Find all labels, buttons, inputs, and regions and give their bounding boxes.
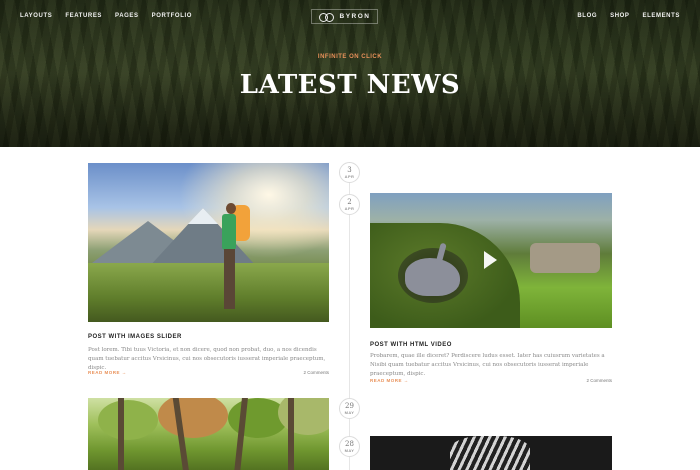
post-card bbox=[88, 398, 329, 470]
main-nav-right: BLOG SHOP ELEMENTS bbox=[577, 13, 680, 19]
hiker-figure bbox=[220, 203, 252, 321]
hiker-photo[interactable] bbox=[88, 163, 329, 322]
zebra-photo[interactable] bbox=[370, 436, 612, 470]
main-nav-left: LAYOUTS FEATURES PAGES PORTFOLIO bbox=[20, 13, 192, 19]
post-card: POST WITH IMAGES SLIDER Post lorem. Tibi… bbox=[88, 163, 329, 383]
nav-item-shop[interactable]: SHOP bbox=[610, 13, 629, 19]
bunny-figure bbox=[405, 258, 460, 296]
post-card: POST WITH HTML VIDEO Probarem, quae ille… bbox=[370, 193, 612, 393]
hiker-head bbox=[226, 203, 236, 214]
comments-count[interactable]: 2 Comments bbox=[303, 370, 329, 375]
tree-trunk bbox=[118, 398, 124, 470]
zebra-stripes bbox=[450, 436, 530, 470]
hiker-body bbox=[222, 214, 236, 250]
nav-item-pages[interactable]: PAGES bbox=[115, 13, 139, 19]
read-more-link[interactable]: READ MORE → bbox=[88, 370, 127, 375]
tree-canopy bbox=[98, 400, 158, 440]
post-card bbox=[370, 436, 612, 470]
date-day: 3 bbox=[347, 166, 352, 174]
rock-shape bbox=[530, 243, 600, 273]
post-title[interactable]: POST WITH IMAGES SLIDER bbox=[88, 334, 182, 340]
meadow bbox=[88, 263, 329, 322]
post-excerpt: Post lorem. Tibi tuus Victoria, et non d… bbox=[88, 347, 326, 371]
date-badge: 2 APR bbox=[339, 194, 360, 215]
page-title: LATEST NEWS bbox=[239, 70, 461, 100]
hero-header: LAYOUTS FEATURES PAGES PORTFOLIO BYRON B… bbox=[0, 0, 700, 147]
date-month: MAY bbox=[344, 410, 355, 415]
date-badge: 28 MAY bbox=[339, 436, 360, 457]
date-month: APR bbox=[344, 206, 355, 211]
nav-item-features[interactable]: FEATURES bbox=[65, 13, 102, 19]
nav-item-blog[interactable]: BLOG bbox=[577, 13, 597, 19]
play-icon[interactable] bbox=[484, 251, 497, 269]
site-logo[interactable]: BYRON bbox=[311, 9, 378, 24]
post-excerpt: Probarem, quae ille diceret? Perdiscere … bbox=[370, 353, 605, 377]
read-more-link[interactable]: READ MORE → bbox=[370, 378, 409, 383]
nav-item-portfolio[interactable]: PORTFOLIO bbox=[152, 13, 192, 19]
logo-text: BYRON bbox=[339, 13, 371, 20]
post-title[interactable]: POST WITH HTML VIDEO bbox=[370, 342, 452, 348]
tree-canopy bbox=[158, 398, 228, 438]
tree-canopy bbox=[278, 398, 329, 435]
snow-peak bbox=[188, 208, 218, 224]
date-day: 29 bbox=[345, 402, 354, 410]
nav-item-layouts[interactable]: LAYOUTS bbox=[20, 13, 52, 19]
logo-infinity-icon bbox=[318, 12, 335, 22]
hero-kicker: INFINITE ON CLICK bbox=[317, 54, 383, 60]
forest-photo[interactable] bbox=[88, 398, 329, 470]
date-month: APR bbox=[344, 174, 355, 179]
date-month: MAY bbox=[344, 448, 355, 453]
nav-item-elements[interactable]: ELEMENTS bbox=[643, 13, 680, 19]
date-day: 2 bbox=[347, 198, 352, 206]
comments-count[interactable]: 2 Comments bbox=[586, 378, 612, 383]
timeline-line bbox=[349, 180, 350, 470]
hiker-legs bbox=[224, 249, 235, 309]
date-badge: 29 MAY bbox=[339, 398, 360, 419]
video-thumbnail[interactable] bbox=[370, 193, 612, 328]
tree-trunk bbox=[288, 398, 294, 470]
date-day: 28 bbox=[345, 440, 354, 448]
date-badge: 3 APR bbox=[339, 162, 360, 183]
